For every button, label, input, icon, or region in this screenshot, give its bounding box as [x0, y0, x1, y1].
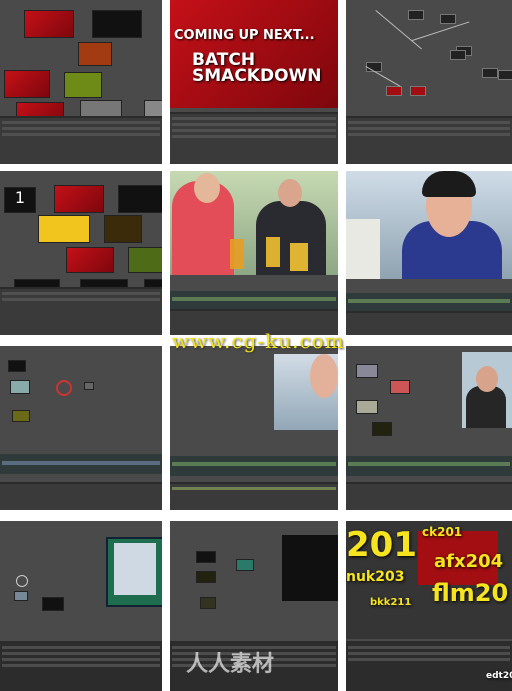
thumbnail-1[interactable] [0, 0, 162, 164]
thumbnail-9-composite[interactable] [346, 346, 512, 510]
label-nuk203: nuk203 [346, 569, 405, 585]
thumbnail-4-batch-row[interactable]: 1 COMING UP NEXT... BATCH SMA [0, 171, 162, 335]
label-201: 201 [346, 525, 417, 565]
thumbnail-5-interview[interactable] [170, 171, 338, 335]
thumbnail-10-flowgraph[interactable] [0, 521, 162, 691]
label-edt20: edt20 [486, 671, 512, 681]
thumbnail-12-text-overlay[interactable]: 201 ck201 afx204 nuk203 flm20 bkk211 edt… [346, 521, 512, 691]
thumbnail-3-node-graph[interactable] [346, 0, 512, 164]
thumbnail-2-title-card[interactable]: COMING UP NEXT... BATCH SMACKDOWN [170, 0, 338, 164]
label-bkk211: bkk211 [370, 597, 412, 608]
smackdown-text: SMACKDOWN [192, 66, 322, 86]
site-watermark: www.cg-ku.com [172, 329, 345, 353]
thumbnail-7-nodes[interactable] [0, 346, 162, 510]
label-flm20: flm20 [432, 579, 509, 607]
coming-up-text: COMING UP NEXT... [174, 28, 315, 43]
label-afx204: afx204 [434, 551, 504, 572]
thumbnail-8-viewer[interactable] [170, 346, 338, 510]
logo-watermark: 人人素材 [186, 652, 275, 677]
label-ck201: ck201 [422, 525, 463, 539]
thumbnail-6-presenter[interactable] [346, 171, 512, 335]
